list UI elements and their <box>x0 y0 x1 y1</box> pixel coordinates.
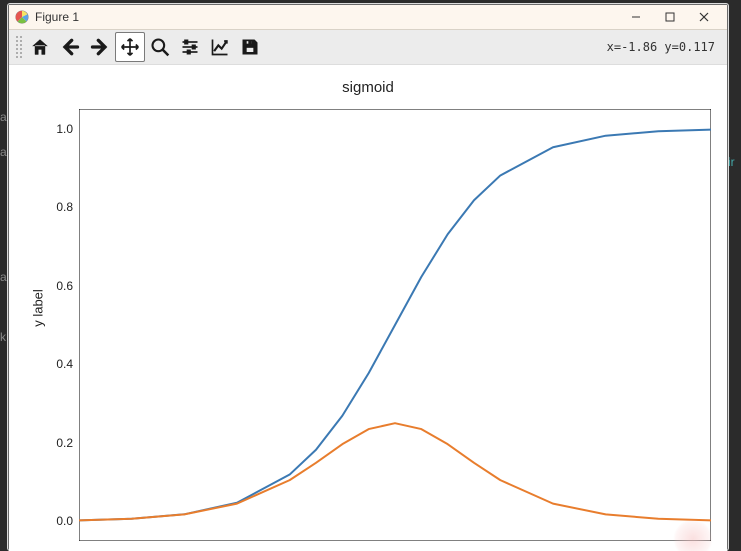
matplotlib-icon <box>15 10 29 24</box>
home-icon <box>30 37 50 57</box>
y-tick-label: 0.8 <box>37 200 73 214</box>
bg-char: ir <box>728 155 735 169</box>
y-tick-label: 1.0 <box>37 122 73 136</box>
titlebar[interactable]: Figure 1 <box>9 5 727 30</box>
bg-char: k <box>0 330 6 344</box>
y-tick-label: 0.4 <box>37 357 73 371</box>
forward-button[interactable] <box>85 32 115 62</box>
minimize-button[interactable] <box>619 6 653 28</box>
move-icon <box>120 37 140 57</box>
arrow-left-icon <box>60 37 80 57</box>
close-button[interactable] <box>687 6 721 28</box>
pan-button[interactable] <box>115 32 145 62</box>
toolbar-grip[interactable] <box>15 35 23 59</box>
search-icon <box>150 37 170 57</box>
coord-readout: x=-1.86 y=0.117 <box>607 40 721 54</box>
y-tick-label: 0.0 <box>37 514 73 528</box>
home-button[interactable] <box>25 32 55 62</box>
y-tick-label: 0.2 <box>37 436 73 450</box>
decorative-disc <box>673 519 713 551</box>
bg-char: a <box>0 145 7 159</box>
y-axis-label: y label <box>30 289 45 327</box>
chart-line-icon <box>210 37 230 57</box>
bg-char: a <box>0 110 7 124</box>
zoom-button[interactable] <box>145 32 175 62</box>
plot-area[interactable]: sigmoid y label 0.00.20.40.60.81.0 <box>9 65 727 551</box>
save-button[interactable] <box>235 32 265 62</box>
matplotlib-toolbar: x=-1.86 y=0.117 <box>9 30 727 65</box>
figure-window: Figure 1 <box>8 4 728 550</box>
window-title: Figure 1 <box>35 10 79 24</box>
edit-axis-button[interactable] <box>205 32 235 62</box>
plot-title: sigmoid <box>9 79 727 96</box>
subplots-button[interactable] <box>175 32 205 62</box>
y-tick-label: 0.6 <box>37 279 73 293</box>
bg-char: a <box>0 270 7 284</box>
axes: 0.00.20.40.60.81.0 <box>79 109 711 541</box>
maximize-button[interactable] <box>653 6 687 28</box>
sliders-icon <box>180 37 200 57</box>
back-button[interactable] <box>55 32 85 62</box>
save-icon <box>240 37 260 57</box>
arrow-right-icon <box>90 37 110 57</box>
